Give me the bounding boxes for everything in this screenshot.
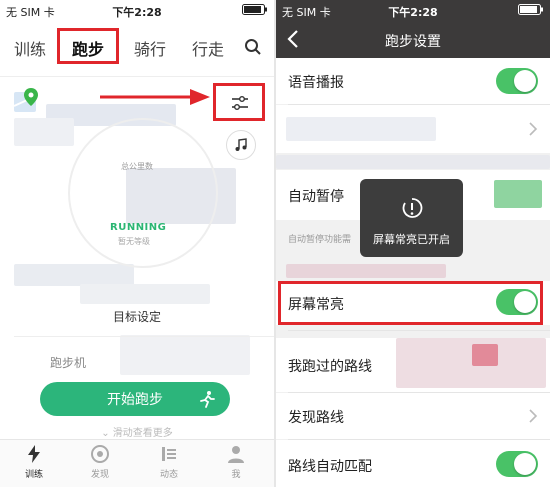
nav-discover[interactable]: 发现 [80, 444, 120, 480]
treadmill-label[interactable]: 跑步机 [50, 354, 86, 371]
chevron-right-icon [529, 122, 538, 136]
screen-always-on-highlight-box [278, 281, 543, 325]
route-auto-match-toggle[interactable] [496, 451, 538, 477]
auto-pause-description: 自动暂停功能需 [288, 235, 352, 245]
my-routes-row[interactable]: 我跑过的路线 [276, 338, 550, 392]
separator [288, 330, 550, 331]
discover-routes-label: 发现路线 [288, 410, 344, 426]
blurred-content [286, 264, 446, 278]
nav-me-label: 我 [231, 470, 241, 480]
blurred-content [472, 344, 498, 366]
swipe-more-hint: ⌄ 滑动查看更多 [101, 428, 173, 439]
tab-training[interactable]: 训练 [14, 36, 46, 60]
voice-broadcast-label: 语音播报 [288, 75, 344, 91]
lightning-icon [28, 445, 40, 463]
tab-walking[interactable]: 行走 [192, 36, 224, 60]
map-location-icon [13, 88, 38, 112]
settings-button-highlight[interactable] [213, 83, 265, 121]
level-label: 暂无等级 [118, 237, 150, 246]
discover-icon [91, 445, 109, 463]
chevron-right-icon [529, 409, 538, 423]
tab-cycling[interactable]: 骑行 [134, 36, 166, 60]
start-running-button[interactable]: 开始跑步 [40, 382, 230, 416]
settings-header: 跑步设置 [276, 20, 550, 58]
nav-me[interactable]: 我 [216, 444, 256, 480]
sliders-icon [232, 96, 248, 110]
status-bar: 无 SIM 卡 下午2:28 [0, 0, 274, 20]
toast-notification: 屏幕常亮已开启 [360, 179, 463, 257]
route-auto-match-label: 路线自动匹配 [288, 459, 372, 475]
auto-pause-label: 自动暂停 [288, 189, 344, 205]
running-tab-highlight-box [57, 28, 119, 64]
blurred-content [120, 335, 250, 375]
clock-text: 下午2:28 [388, 6, 438, 19]
search-icon[interactable] [244, 38, 262, 56]
blurred-content [276, 155, 550, 169]
nav-training-label: 训练 [24, 470, 43, 480]
blurred-content [494, 180, 542, 208]
nav-feed[interactable]: 动态 [149, 444, 189, 480]
clock-text: 下午2:28 [112, 6, 162, 19]
divider [0, 76, 274, 77]
music-note-icon [235, 138, 247, 151]
runner-icon [200, 391, 215, 408]
red-arrow [100, 89, 210, 105]
status-bar: 无 SIM 卡 下午2:28 [276, 0, 550, 20]
blurred-content [80, 284, 210, 304]
blurred-content [14, 118, 74, 146]
top-tabs: 训练 跑步 骑行 行走 [0, 22, 274, 72]
total-km-label: 总公里数 [121, 162, 153, 171]
voice-broadcast-row[interactable]: 语音播报 [276, 58, 550, 104]
nav-feed-label: 动态 [159, 470, 178, 480]
music-button[interactable] [226, 130, 256, 160]
discover-routes-row[interactable]: 发现路线 [276, 393, 550, 439]
blurred-content [286, 117, 436, 141]
battery-icon [518, 4, 544, 18]
running-label: RUNNING [110, 222, 167, 233]
nav-training[interactable]: 训练 [14, 444, 54, 480]
target-setting-label[interactable]: 目标设定 [0, 308, 274, 325]
bottom-nav: 训练 发现 动态 我 [0, 439, 274, 487]
person-icon [228, 446, 244, 463]
divider [14, 336, 274, 337]
swipe-more-text: 滑动查看更多 [112, 428, 173, 439]
start-running-label: 开始跑步 [107, 392, 163, 408]
blurred-content [396, 338, 546, 388]
route-auto-match-row[interactable]: 路线自动匹配 [276, 440, 550, 487]
feed-icon [162, 447, 176, 461]
page-title: 跑步设置 [385, 34, 441, 50]
my-routes-label: 我跑过的路线 [288, 359, 372, 375]
running-home-screen: 无 SIM 卡 下午2:28 训练 跑步 骑行 行走 总公里数 RUNNING … [0, 0, 274, 487]
nav-discover-label: 发现 [90, 470, 109, 480]
blurred-settings-row[interactable] [276, 105, 550, 153]
exclamation-circle-icon [402, 198, 423, 218]
blurred-content [14, 264, 134, 286]
battery-icon [242, 4, 268, 18]
toast-text: 屏幕常亮已开启 [373, 233, 450, 246]
voice-broadcast-toggle[interactable] [496, 68, 538, 94]
